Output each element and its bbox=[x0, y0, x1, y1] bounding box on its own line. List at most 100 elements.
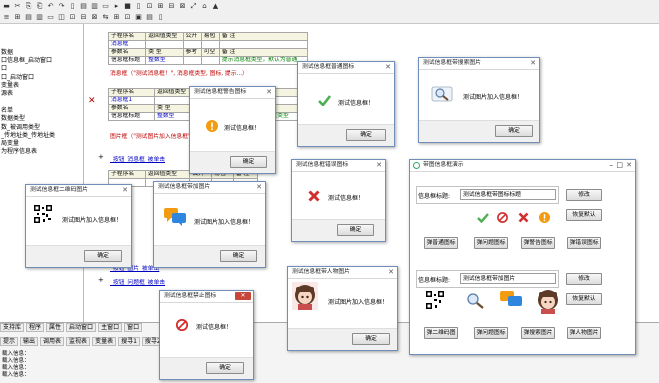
toolbar-icon[interactable]: ⌂ bbox=[200, 2, 209, 11]
toolbar-icon[interactable]: ▥ bbox=[90, 2, 99, 11]
bottom-tab[interactable]: 支持库 bbox=[0, 323, 25, 332]
tree-item[interactable] bbox=[0, 173, 83, 181]
toolbar-icon[interactable]: ▭ bbox=[101, 2, 110, 11]
toolbar-icon[interactable]: ▯ bbox=[156, 13, 165, 22]
ok-button[interactable]: 确定 bbox=[84, 250, 122, 262]
ok-button[interactable]: 确定 bbox=[220, 250, 257, 262]
param-name[interactable]: 信息框标题 bbox=[107, 112, 156, 121]
close-icon[interactable]: ✕ bbox=[530, 58, 536, 69]
output-tab[interactable]: 变量表 bbox=[92, 337, 117, 346]
sub-name[interactable]: 消息框1 bbox=[107, 96, 156, 105]
toolbar-icon[interactable]: ⊡ bbox=[145, 2, 154, 11]
tree-item[interactable] bbox=[0, 273, 83, 281]
show-info-icon-button[interactable]: 弹普通图标 bbox=[424, 237, 458, 249]
output-tab[interactable]: 搜寻1 bbox=[118, 337, 140, 346]
toolbar-icon[interactable]: ⊡ bbox=[123, 13, 132, 22]
maximize-icon[interactable]: □ bbox=[616, 160, 623, 171]
tree-item[interactable] bbox=[0, 41, 83, 49]
toolbar-icon[interactable]: ↷ bbox=[57, 2, 66, 11]
tree-item[interactable] bbox=[0, 314, 83, 322]
output-tab[interactable]: 输出 bbox=[20, 337, 39, 346]
show-search-image-button[interactable]: 弹搜索图片 bbox=[521, 327, 555, 339]
close-icon[interactable]: ✕ bbox=[376, 160, 382, 171]
param-name[interactable]: 信息框标题 bbox=[107, 56, 147, 65]
ok-button[interactable]: 确定 bbox=[206, 362, 244, 374]
minimize-icon[interactable]: – bbox=[610, 160, 614, 171]
output-tab[interactable]: 调用表 bbox=[40, 337, 65, 346]
close-icon[interactable]: ✕ bbox=[266, 87, 272, 98]
toolbar-icon[interactable]: ⊞ bbox=[156, 2, 165, 11]
bottom-tab[interactable]: 窗口 bbox=[124, 323, 143, 332]
ok-button[interactable]: 确定 bbox=[337, 224, 374, 236]
close-icon[interactable]: ✕ bbox=[385, 62, 391, 73]
expand-icon[interactable]: + bbox=[98, 276, 104, 284]
change-button-2[interactable]: 修改 bbox=[566, 273, 602, 285]
tree-item[interactable]: 数据类型 bbox=[0, 115, 83, 123]
toolbar-icon[interactable]: ⊞ bbox=[13, 13, 22, 22]
toolbar-icon[interactable]: ▬ bbox=[2, 2, 11, 11]
ok-button[interactable]: 确定 bbox=[352, 333, 390, 345]
ok-button[interactable]: 确定 bbox=[230, 156, 267, 168]
tree-item[interactable]: 数_被调用类型 bbox=[0, 124, 83, 132]
tree-item[interactable] bbox=[0, 290, 83, 298]
bottom-tab[interactable]: 属性 bbox=[46, 323, 65, 332]
toolbar-icon[interactable]: ▯ bbox=[68, 2, 77, 11]
title-input-2[interactable]: 测试信息框带加图片 bbox=[460, 273, 556, 284]
show-person-image-button[interactable]: 弹人物图片 bbox=[567, 327, 601, 339]
output-tab[interactable]: 提示 bbox=[0, 337, 19, 346]
toolbar-icon[interactable]: ▥ bbox=[35, 13, 44, 22]
close-icon[interactable]: ✕ bbox=[388, 267, 394, 278]
tree-item[interactable] bbox=[0, 298, 83, 306]
toolbar-icon[interactable]: ≡ bbox=[2, 13, 11, 22]
show-qr-image-button[interactable]: 弹二维码图 bbox=[424, 327, 458, 339]
tree-item[interactable] bbox=[0, 165, 83, 173]
tree-item[interactable]: 口 bbox=[0, 65, 83, 73]
title-input-1[interactable]: 测试信息框带图标标题 bbox=[460, 189, 556, 200]
show-warning-icon-button[interactable]: 弹警告图标 bbox=[521, 237, 555, 249]
ok-button[interactable]: 确定 bbox=[346, 129, 386, 141]
tree-item[interactable]: 数据 bbox=[0, 49, 83, 57]
toolbar-icon[interactable]: ⊟ bbox=[79, 13, 88, 22]
tree-item[interactable] bbox=[0, 157, 83, 165]
toolbar-icon[interactable]: ⤢ bbox=[189, 2, 198, 11]
toolbar-icon[interactable]: ▣ bbox=[134, 13, 143, 22]
tree-item[interactable]: _传地址类_传地址类 bbox=[0, 132, 83, 140]
toolbar-icon[interactable]: ▯ bbox=[134, 2, 143, 11]
close-icon[interactable]: ✕ bbox=[122, 185, 128, 196]
tree-item[interactable] bbox=[0, 24, 83, 32]
show-question-icon-button[interactable]: 弹问题图标 bbox=[474, 237, 508, 249]
project-tree-panel[interactable]: 数据 口信息框_启动窗口口口_启动窗口 变量表 源表 名单 数据类型 数_被调用类型 _传地址… bbox=[0, 24, 84, 322]
toolbar-icon[interactable]: ▲ bbox=[211, 2, 220, 11]
sub-name[interactable]: 消息框 bbox=[107, 40, 147, 49]
toolbar-icon[interactable]: ▤ bbox=[145, 13, 154, 22]
close-icon[interactable]: ✕ bbox=[626, 160, 632, 171]
tree-item[interactable]: 为程序信息表 bbox=[0, 148, 83, 156]
breakpoint-marker[interactable]: ✕ bbox=[88, 96, 96, 106]
param-type[interactable]: 整数型 bbox=[145, 56, 184, 65]
close-icon[interactable]: ✕ bbox=[256, 182, 262, 193]
toolbar-icon[interactable]: ▭ bbox=[46, 13, 55, 22]
tree-item[interactable]: 源表 bbox=[0, 90, 83, 98]
toolbar-icon[interactable]: ⎘ bbox=[24, 2, 33, 11]
output-tab[interactable]: 监视表 bbox=[66, 337, 91, 346]
toolbar-icon[interactable]: ▸ bbox=[112, 2, 121, 11]
tree-item[interactable] bbox=[0, 32, 83, 40]
toolbar-icon[interactable]: ◫ bbox=[57, 13, 66, 22]
restore-default-button-2[interactable]: 恢复默认 bbox=[566, 293, 602, 305]
show-error-icon-button[interactable]: 弹错误图标 bbox=[567, 237, 601, 249]
toolbar-icon[interactable]: ⇆ bbox=[101, 13, 110, 22]
toolbar-icon[interactable]: ⊠ bbox=[90, 13, 99, 22]
tree-item[interactable] bbox=[0, 281, 83, 289]
toolbar-icon[interactable]: ⊠ bbox=[178, 2, 187, 11]
change-button-1[interactable]: 修改 bbox=[566, 189, 602, 201]
toolbar-icon[interactable]: ▤ bbox=[24, 13, 33, 22]
toolbar-icon[interactable]: ⊡ bbox=[68, 13, 77, 22]
toolbar-icon[interactable]: ⊟ bbox=[167, 2, 176, 11]
tree-item[interactable] bbox=[0, 306, 83, 314]
expand-icon[interactable]: + bbox=[98, 153, 104, 161]
toolbar-icon[interactable]: ⎗ bbox=[35, 2, 44, 11]
ok-button[interactable]: 确定 bbox=[495, 125, 533, 137]
toolbar-icon[interactable]: ▤ bbox=[79, 2, 88, 11]
tree-item[interactable]: 口信息框_启动窗口 bbox=[0, 57, 83, 65]
toolbar-icon[interactable]: ✂ bbox=[13, 2, 22, 11]
